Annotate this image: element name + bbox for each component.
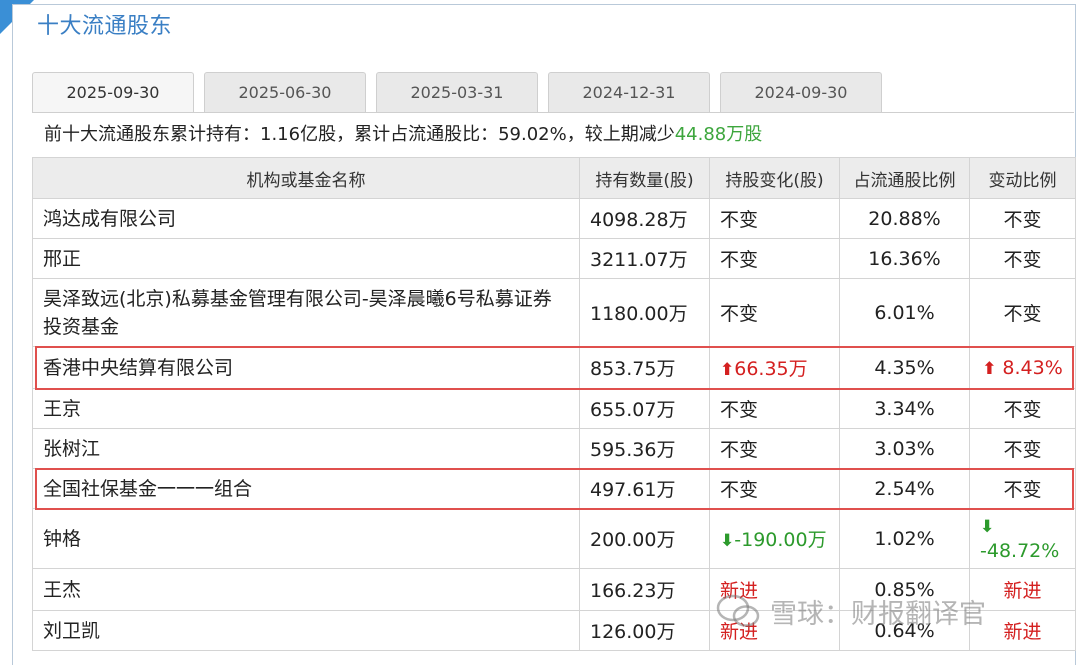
holder-name: 钟格 xyxy=(32,508,580,569)
holder-change: 不变 xyxy=(709,468,840,509)
tab-2025-06-30[interactable]: 2025-06-30 xyxy=(204,72,366,112)
arrow-down-icon: ⬇ xyxy=(720,531,735,551)
change-value: 不变 xyxy=(720,249,759,271)
holder-name: 昊泽致远(北京)私募基金管理有限公司-昊泽晨曦6号私募证券投资基金 xyxy=(32,278,580,347)
tab-2024-12-31[interactable]: 2024-12-31 xyxy=(548,72,710,112)
holder-pct: 2.54% xyxy=(839,468,970,509)
ratio-value: 不变 xyxy=(1003,303,1042,325)
tab-2025-09-30[interactable]: 2025-09-30 xyxy=(32,72,194,112)
holder-pct: 16.36% xyxy=(839,238,970,279)
change-value: 不变 xyxy=(720,399,759,421)
shareholders-table: 机构或基金名称 持有数量(股) 持股变化(股) 占流通股比例 变动比例 鸿达成有… xyxy=(32,157,1076,651)
holder-shares: 595.36万 xyxy=(579,428,710,469)
holder-name: 刘卫凯 xyxy=(32,610,580,651)
ratio-value: -48.72% xyxy=(980,540,1060,562)
holder-change: 不变 xyxy=(709,198,840,239)
holder-shares: 1180.00万 xyxy=(579,278,710,347)
change-value: 不变 xyxy=(720,439,759,461)
arrow-up-icon: ⬆ xyxy=(720,360,735,380)
header-name: 机构或基金名称 xyxy=(32,157,580,199)
holder-ratio: ⬇ -48.72% xyxy=(969,508,1076,569)
holder-ratio: 不变 xyxy=(969,468,1076,509)
holder-ratio: 不变 xyxy=(969,388,1076,429)
holder-change: ⬇-190.00万 xyxy=(709,508,840,569)
table-header-row: 机构或基金名称 持有数量(股) 持股变化(股) 占流通股比例 变动比例 xyxy=(32,157,1076,199)
table-row: 鸿达成有限公司 4098.28万 不变 20.88% 不变 xyxy=(32,198,1076,239)
tab-2024-09-30[interactable]: 2024-09-30 xyxy=(720,72,882,112)
header-pct: 占流通股比例 xyxy=(839,157,970,199)
arrow-up-icon: ⬆ xyxy=(982,358,1003,379)
holder-ratio: ⬆ 8.43% xyxy=(969,346,1076,389)
holder-name: 鸿达成有限公司 xyxy=(32,198,580,239)
watermark: 雪球：财报翻译官 xyxy=(716,586,1076,636)
holder-name: 邢正 xyxy=(32,238,580,279)
holder-ratio: 不变 xyxy=(969,428,1076,469)
table-row: 王京 655.07万 不变 3.34% 不变 xyxy=(32,388,1076,429)
panel-title: 十大流通股东 xyxy=(37,14,173,39)
table-row: 张树江 595.36万 不变 3.03% 不变 xyxy=(32,428,1076,469)
table-row: 钟格 200.00万 ⬇-190.00万 1.02% ⬇ -48.72% xyxy=(32,508,1076,569)
holder-shares: 655.07万 xyxy=(579,388,710,429)
change-value: 不变 xyxy=(720,479,759,501)
summary-decrease-value: 44.88万股 xyxy=(674,124,763,145)
wechat-icon xyxy=(716,594,760,627)
holder-pct: 4.35% xyxy=(839,346,970,389)
table-body: 鸿达成有限公司 4098.28万 不变 20.88% 不变 邢正 3211.07万 不变 16.… xyxy=(32,198,1076,651)
arrow-down-icon: ⬇ xyxy=(980,517,995,537)
change-value: 不变 xyxy=(720,303,759,325)
change-value: 不变 xyxy=(720,209,759,231)
holder-name: 香港中央结算有限公司 xyxy=(32,346,580,389)
table-row: 香港中央结算有限公司 853.75万 ⬆66.35万 4.35% ⬆ 8.43% xyxy=(32,346,1076,389)
holder-shares: 200.00万 xyxy=(579,508,710,569)
holder-change: 不变 xyxy=(709,278,840,347)
table-row: 全国社保基金一一一组合 497.61万 不变 2.54% 不变 xyxy=(32,468,1076,509)
watermark-text: 雪球：财报翻译官 xyxy=(770,598,986,630)
ratio-value: 不变 xyxy=(1003,439,1042,461)
holder-name: 王京 xyxy=(32,388,580,429)
ratio-value: 8.43% xyxy=(1002,356,1063,379)
holder-pct: 6.01% xyxy=(839,278,970,347)
holder-name: 张树江 xyxy=(32,428,580,469)
holder-change: 不变 xyxy=(709,428,840,469)
holder-shares: 853.75万 xyxy=(579,346,710,389)
holder-shares: 4098.28万 xyxy=(579,198,710,239)
holder-ratio: 不变 xyxy=(969,238,1076,279)
holder-change: 不变 xyxy=(709,388,840,429)
holder-change: 不变 xyxy=(709,238,840,279)
holder-pct: 1.02% xyxy=(839,508,970,569)
tab-2025-03-31[interactable]: 2025-03-31 xyxy=(376,72,538,112)
table-row: 昊泽致远(北京)私募基金管理有限公司-昊泽晨曦6号私募证券投资基金 1180.00… xyxy=(32,278,1076,347)
holder-pct: 3.03% xyxy=(839,428,970,469)
ratio-value: 不变 xyxy=(1003,209,1042,231)
ratio-value: 不变 xyxy=(1003,249,1042,271)
change-value: 66.35万 xyxy=(734,358,808,380)
holder-shares: 126.00万 xyxy=(579,610,710,651)
holder-change: ⬆66.35万 xyxy=(709,346,840,389)
summary-line: 前十大流通股东累计持有：1.16亿股，累计占流通股比：59.02%，较上期减少4… xyxy=(32,112,1074,157)
holder-name: 王杰 xyxy=(32,568,580,611)
holder-shares: 3211.07万 xyxy=(579,238,710,279)
holder-pct: 3.34% xyxy=(839,388,970,429)
header-ratio: 变动比例 xyxy=(969,157,1076,199)
holder-ratio: 不变 xyxy=(969,278,1076,347)
header-shares: 持有数量(股) xyxy=(579,157,710,199)
holder-shares: 166.23万 xyxy=(579,568,710,611)
holder-pct: 20.88% xyxy=(839,198,970,239)
ratio-value: 不变 xyxy=(1003,399,1042,421)
holder-ratio: 不变 xyxy=(969,198,1076,239)
holder-shares: 497.61万 xyxy=(579,468,710,509)
ratio-value: 不变 xyxy=(1003,479,1042,501)
holder-name: 全国社保基金一一一组合 xyxy=(32,468,580,509)
change-value: -190.00万 xyxy=(734,529,827,551)
table-row: 邢正 3211.07万 不变 16.36% 不变 xyxy=(32,238,1076,279)
header-change: 持股变化(股) xyxy=(709,157,840,199)
summary-text: 前十大流通股东累计持有：1.16亿股，累计占流通股比：59.02%，较上期减少 xyxy=(44,124,675,145)
